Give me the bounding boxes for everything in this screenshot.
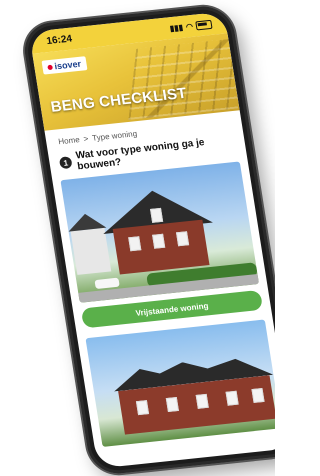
row-house-window xyxy=(251,387,265,403)
row-house-window xyxy=(195,393,209,409)
house-window xyxy=(150,207,164,223)
row-house-window xyxy=(135,400,150,416)
house-window xyxy=(152,233,166,249)
detached-house-photo xyxy=(60,161,260,303)
wifi-icon: ◠ xyxy=(185,21,194,31)
row-house-photo xyxy=(85,319,275,447)
option-card-detached[interactable]: Vrijstaande woning xyxy=(60,161,264,329)
status-time: 16:24 xyxy=(45,33,73,47)
detached-house-shape xyxy=(97,184,219,276)
phone-screen: 16:24 ▮▮▮ ◠ isover BENG CHECKLIST Home >… xyxy=(28,11,275,469)
house-window xyxy=(128,236,142,252)
logo-dot-icon xyxy=(47,64,53,70)
row-house-window xyxy=(225,390,239,406)
option-card-second[interactable] xyxy=(85,319,275,447)
isover-logo[interactable]: isover xyxy=(41,56,88,75)
row-house-shape xyxy=(111,353,275,435)
house-window xyxy=(175,231,190,247)
row-house-window xyxy=(165,396,179,412)
car-shape xyxy=(94,277,120,290)
status-icons: ▮▮▮ ◠ xyxy=(169,19,213,33)
phone-frame: 16:24 ▮▮▮ ◠ isover BENG CHECKLIST Home >… xyxy=(20,3,275,476)
breadcrumb-home[interactable]: Home xyxy=(58,135,81,146)
breadcrumb-separator: > xyxy=(82,134,89,144)
logo-text: isover xyxy=(53,58,82,72)
signal-icon: ▮▮▮ xyxy=(169,22,184,33)
question-number-badge: 1 xyxy=(58,156,73,170)
page-title: BENG CHECKLIST xyxy=(49,84,188,116)
battery-icon xyxy=(195,19,213,30)
stage: 16:24 ▮▮▮ ◠ isover BENG CHECKLIST Home >… xyxy=(0,0,275,476)
